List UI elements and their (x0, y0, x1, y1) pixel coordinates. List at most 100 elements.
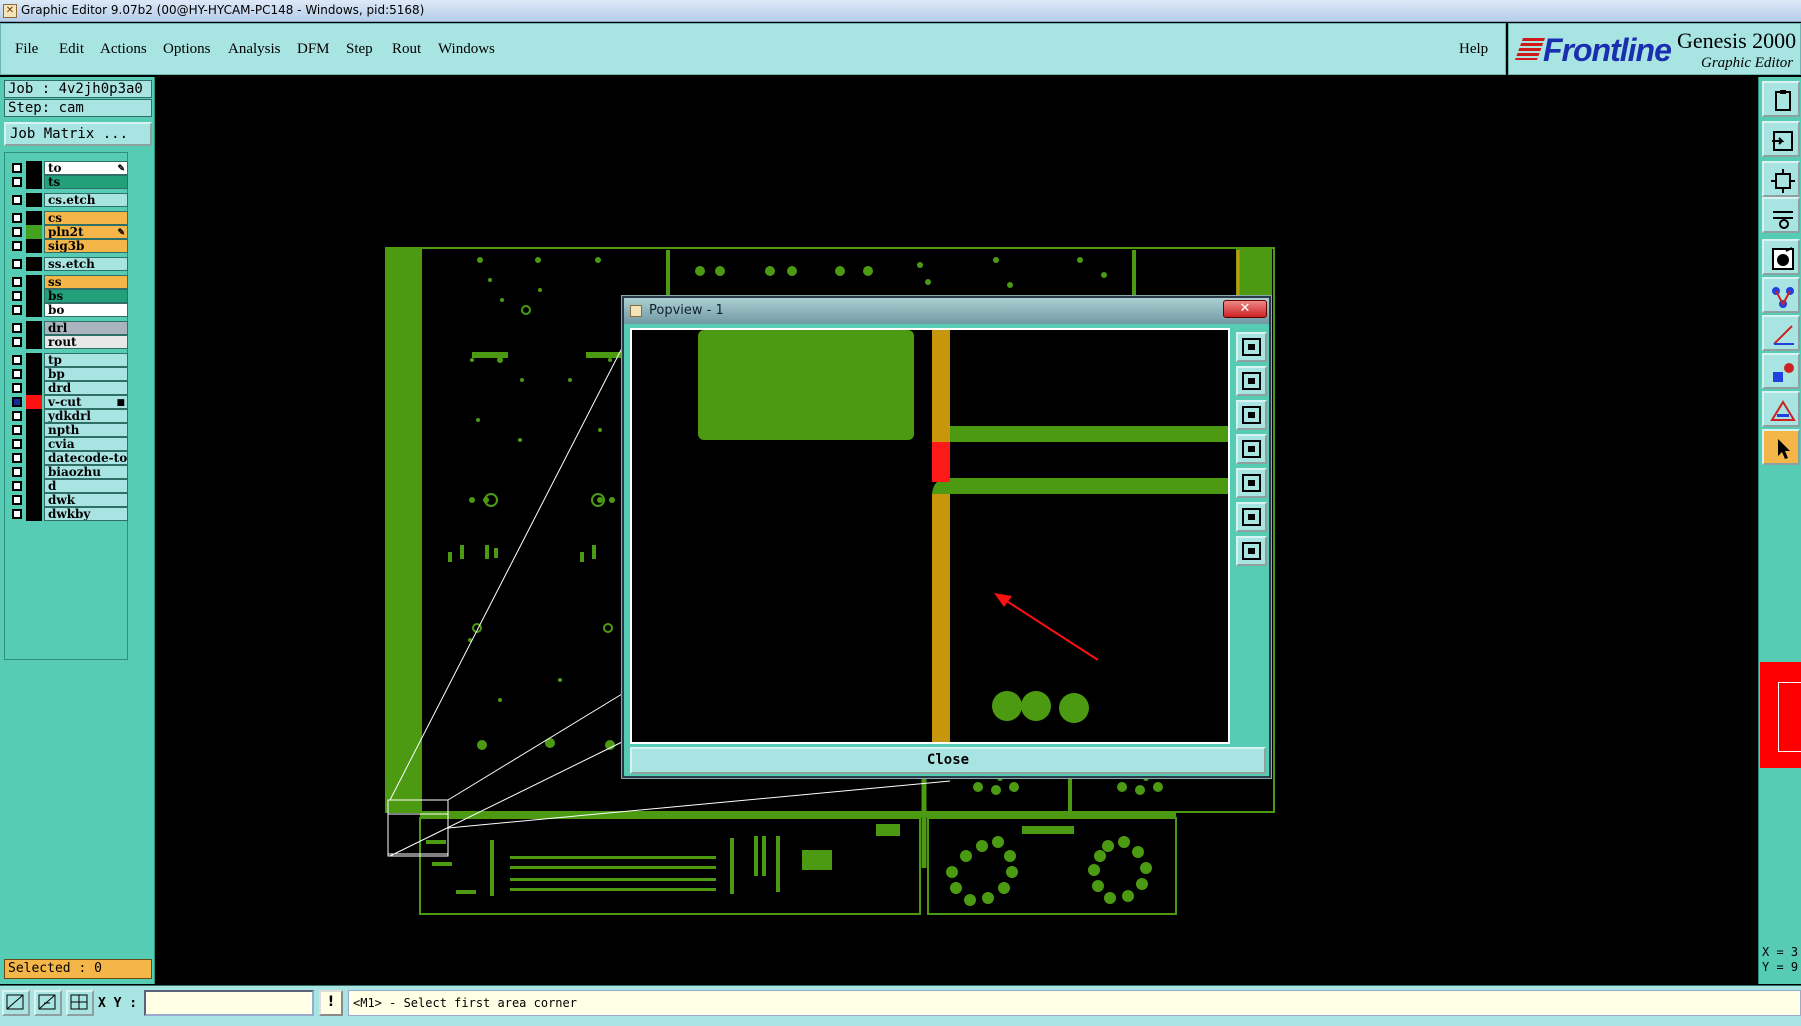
layer-color-swatch[interactable] (26, 289, 42, 303)
layer-color-swatch[interactable] (26, 257, 42, 271)
layer-checkbox[interactable] (12, 509, 22, 519)
layer-color-swatch[interactable] (26, 353, 42, 367)
layer-name[interactable]: tp (44, 353, 128, 367)
layer-name[interactable]: npth (44, 423, 128, 437)
layer-checkbox[interactable] (12, 291, 22, 301)
snap-settings-button[interactable] (1762, 197, 1800, 233)
pointer-button[interactable] (1762, 429, 1800, 465)
layer-checkbox[interactable] (12, 467, 22, 477)
layer-name[interactable]: pln2t ✎ (44, 225, 128, 239)
layer-row-drl[interactable]: drl (8, 321, 128, 335)
warning-button[interactable]: ! (319, 990, 343, 1016)
layer-checkbox[interactable] (12, 337, 22, 347)
layer-color-swatch[interactable] (26, 395, 42, 409)
layer-name[interactable]: bp (44, 367, 128, 381)
layer-checkbox[interactable] (12, 177, 22, 187)
layer-row-ss[interactable]: ss (8, 275, 128, 289)
layer-checkbox[interactable] (12, 439, 22, 449)
layer-name[interactable]: sig3b (44, 239, 128, 253)
layer-color-swatch[interactable] (26, 479, 42, 493)
layer-checkbox[interactable] (12, 425, 22, 435)
display-button[interactable] (1762, 239, 1800, 275)
layer-checkbox[interactable] (12, 481, 22, 491)
menu-step[interactable]: Step (346, 41, 373, 58)
layer-color-swatch[interactable] (26, 409, 42, 423)
layer-row-npth[interactable]: npth (8, 423, 128, 437)
pop-center-button[interactable] (1236, 536, 1267, 566)
pop-fit-button[interactable] (1236, 502, 1267, 532)
menu-analysis[interactable]: Analysis (228, 41, 281, 58)
layer-name[interactable]: cs (44, 211, 128, 225)
layer-name[interactable]: dwkby (44, 507, 128, 521)
layer-row-tp[interactable]: tp (8, 353, 128, 367)
layer-row-ydkdrl[interactable]: ydkdrl (8, 409, 128, 423)
layer-name[interactable]: d (44, 479, 128, 493)
layer-row-cvia[interactable]: cvia (8, 437, 128, 451)
menu-help[interactable]: Help (1459, 41, 1488, 58)
layer-color-swatch[interactable] (26, 367, 42, 381)
layer-checkbox[interactable] (12, 241, 22, 251)
layer-checkbox[interactable] (12, 163, 22, 173)
layer-color-swatch[interactable] (26, 275, 42, 289)
layer-color-swatch[interactable] (26, 175, 42, 189)
menu-actions[interactable]: Actions (100, 41, 147, 58)
layer-name[interactable]: ss.etch (44, 257, 128, 271)
layer-checkbox[interactable] (12, 495, 22, 505)
layer-row-rout[interactable]: rout (8, 335, 128, 349)
overview-thumbnail[interactable] (1760, 662, 1801, 768)
layer-name[interactable]: dwk (44, 493, 128, 507)
layer-color-swatch[interactable] (26, 303, 42, 317)
nets-button[interactable] (1762, 277, 1800, 313)
popview-title-bar[interactable]: Popview - 1 ✕ (624, 298, 1269, 324)
layer-row-ts[interactable]: ts (8, 175, 128, 189)
layer-name[interactable]: bo (44, 303, 128, 317)
layer-name[interactable]: datecode-to (44, 451, 128, 465)
layer-row-d[interactable]: d (8, 479, 128, 493)
popview-close-x-button[interactable]: ✕ (1223, 300, 1267, 318)
layer-row-bs[interactable]: bs (8, 289, 128, 303)
layer-row-bp[interactable]: bp (8, 367, 128, 381)
layer-row-cs.etch[interactable]: cs.etch (8, 193, 128, 207)
layer-color-swatch[interactable] (26, 335, 42, 349)
layer-name[interactable]: to ✎ (44, 161, 128, 175)
layer-checkbox[interactable] (12, 369, 22, 379)
zoom-fit-button[interactable] (1762, 161, 1800, 197)
layer-row-to[interactable]: to ✎ (8, 161, 128, 175)
popview-canvas[interactable] (630, 328, 1230, 744)
layer-checkbox[interactable] (12, 355, 22, 365)
pop-left-button[interactable] (1236, 434, 1267, 464)
layer-row-dwk[interactable]: dwk (8, 493, 128, 507)
layer-checkbox[interactable] (12, 227, 22, 237)
layer-row-cs[interactable]: cs (8, 211, 128, 225)
layer-checkbox[interactable] (12, 453, 22, 463)
layer-name[interactable]: v-cut ■ (44, 395, 128, 409)
layer-color-swatch[interactable] (26, 193, 42, 207)
layer-name[interactable]: cs.etch (44, 193, 128, 207)
layer-row-dwkby[interactable]: dwkby (8, 507, 128, 521)
layer-color-swatch[interactable] (26, 321, 42, 335)
layer-checkbox[interactable] (12, 383, 22, 393)
layer-row-ss.etch[interactable]: ss.etch (8, 257, 128, 271)
layer-row-v-cut[interactable]: v-cut ■ (8, 395, 128, 409)
layer-color-swatch[interactable] (26, 423, 42, 437)
layer-checkbox[interactable] (12, 411, 22, 421)
layer-name[interactable]: drl (44, 321, 128, 335)
snap-grid-button[interactable] (34, 990, 62, 1016)
snap-off-button[interactable] (2, 990, 30, 1016)
layer-color-swatch[interactable] (26, 211, 42, 225)
layer-name[interactable]: cvia (44, 437, 128, 451)
layer-row-pln2t[interactable]: pln2t ✎ (8, 225, 128, 239)
layer-checkbox[interactable] (12, 195, 22, 205)
layer-checkbox[interactable] (12, 277, 22, 287)
measure-button[interactable] (1762, 315, 1800, 351)
layer-color-swatch[interactable] (26, 465, 42, 479)
pop-down-button[interactable] (1236, 400, 1267, 430)
layer-checkbox[interactable] (12, 323, 22, 333)
xy-input[interactable] (144, 990, 314, 1016)
step-in-button[interactable] (1762, 121, 1800, 157)
layer-color-swatch[interactable] (26, 381, 42, 395)
layer-name[interactable]: rout (44, 335, 128, 349)
menu-options[interactable]: Options (163, 41, 211, 58)
layer-color-swatch[interactable] (26, 451, 42, 465)
layer-name[interactable]: ydkdrl (44, 409, 128, 423)
